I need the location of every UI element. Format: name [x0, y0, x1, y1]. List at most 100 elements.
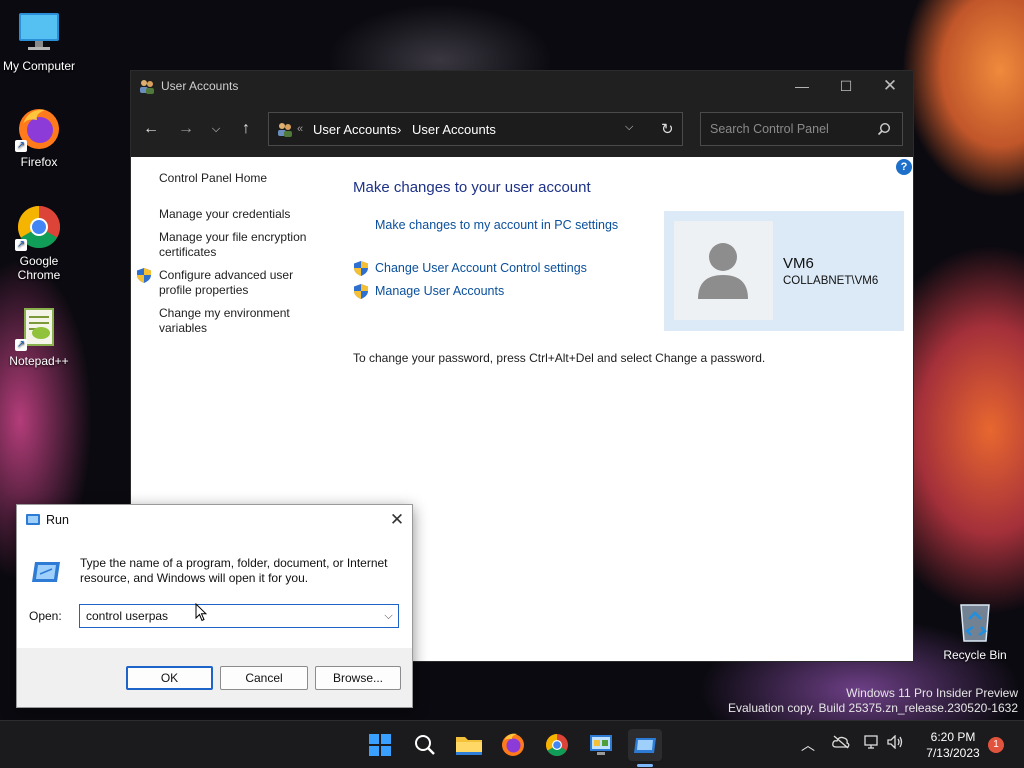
watermark-build: Evaluation copy. Build 25375.zn_release.… [728, 701, 1018, 715]
minimize-button[interactable]: — [779, 71, 825, 101]
chrome-icon [546, 734, 568, 756]
monitor-icon [15, 8, 63, 56]
uac-shield-icon [354, 261, 368, 276]
sidebar-item-advanced-profile[interactable]: Configure advanced user profile properti… [159, 268, 324, 298]
breadcrumb-separator-icon: › [397, 122, 402, 137]
run-icon [25, 513, 41, 530]
run-description: Type the name of a program, folder, docu… [80, 556, 388, 585]
user-name: VM6 [783, 255, 814, 272]
password-note: To change your password, press Ctrl+Alt+… [353, 351, 766, 365]
breadcrumb-overflow-icon[interactable]: « [297, 123, 303, 135]
address-bar[interactable]: « User Accounts › User Accounts ⌵ ↻ [268, 112, 683, 146]
start-button[interactable] [363, 729, 397, 761]
desktop-icon-label: Firefox [20, 155, 58, 169]
taskbar: ︿ 6:20 PM 7/13/2023 1 [0, 720, 1024, 768]
chrome-taskbar-button[interactable] [540, 729, 574, 761]
desktop-icon-label: Recycle Bin [943, 648, 1007, 662]
active-window-indicator [637, 764, 653, 767]
desktop-icon-chrome[interactable]: ↗ Google Chrome [1, 203, 77, 282]
firefox-icon [502, 733, 524, 756]
recent-locations-chevron-icon[interactable]: ⌵ [204, 117, 228, 141]
up-arrow-icon[interactable]: ↑ [234, 117, 258, 141]
uac-shield-icon [354, 284, 368, 299]
search-taskbar-button[interactable] [408, 729, 442, 761]
desktop-icon-notepadpp[interactable]: ↗ Notepad++ [1, 303, 77, 368]
user-accounts-icon [139, 78, 155, 97]
onedrive-offline-icon[interactable] [832, 735, 850, 752]
network-icon[interactable] [864, 735, 880, 752]
breadcrumb-item[interactable]: User Accounts [313, 122, 397, 137]
sidebar-item-environment-variables[interactable]: Change my environment variables [159, 306, 324, 336]
user-domain: COLLABNET\VM6 [783, 275, 879, 287]
sidebar-item-file-encryption[interactable]: Manage your file encryption certificates [159, 230, 324, 260]
sidebar-item-control-panel-home[interactable]: Control Panel Home [159, 171, 324, 186]
mouse-cursor-icon [195, 602, 208, 625]
run-icon [634, 738, 656, 753]
window-title-bar[interactable]: User Accounts — ☐ ✕ [131, 71, 913, 101]
manage-user-accounts-link[interactable]: Manage User Accounts [375, 284, 504, 298]
chrome-icon: ↗ [15, 203, 63, 251]
notepadpp-icon: ↗ [15, 303, 63, 351]
navigation-bar: ← → ⌵ ↑ « User Accounts › User Accounts … [131, 101, 913, 157]
user-accounts-icon [277, 121, 293, 140]
control-panel-icon [590, 735, 612, 755]
show-hidden-icons-chevron-icon[interactable]: ︿ [801, 735, 815, 755]
desktop-icon-recycle-bin[interactable]: Recycle Bin [936, 597, 1014, 662]
volume-icon[interactable] [887, 734, 905, 752]
search-box[interactable]: Search Control Panel [700, 112, 903, 146]
file-explorer-button[interactable] [452, 729, 486, 761]
desktop-icon-label: Notepad++ [9, 354, 69, 368]
back-arrow-icon[interactable]: ← [139, 117, 163, 141]
shortcut-arrow-icon: ↗ [15, 140, 27, 152]
run-title: Run [46, 513, 69, 527]
pc-settings-link[interactable]: Make changes to my account in PC setting… [375, 218, 618, 232]
desktop-icon-label: My Computer [2, 59, 76, 73]
ok-button[interactable]: OK [126, 666, 213, 690]
desktop-icon-label: Google Chrome [17, 254, 61, 282]
clock-date: 7/13/2023 [926, 746, 980, 760]
user-card: VM6 COLLABNET\VM6 [664, 211, 904, 331]
user-silhouette-icon [698, 243, 748, 299]
run-close-button[interactable]: ✕ [382, 505, 412, 535]
close-button[interactable]: ✕ [867, 71, 913, 101]
notification-badge[interactable]: 1 [988, 737, 1004, 753]
refresh-icon[interactable]: ↻ [661, 120, 674, 138]
firefox-taskbar-button[interactable] [496, 729, 530, 761]
forward-arrow-icon[interactable]: → [174, 117, 198, 141]
open-label: Open: [29, 609, 62, 623]
watermark-edition: Windows 11 Pro Insider Preview [846, 686, 1018, 700]
maximize-button[interactable]: ☐ [823, 71, 869, 101]
run-taskbar-button[interactable] [628, 729, 662, 761]
recycle-bin-icon [951, 597, 999, 645]
run-title-bar[interactable]: Run ✕ [17, 505, 412, 535]
sidebar-item-manage-credentials[interactable]: Manage your credentials [159, 207, 324, 222]
page-title: Make changes to your user account [353, 179, 591, 196]
firefox-icon: ↗ [15, 104, 63, 152]
cancel-button[interactable]: Cancel [220, 666, 308, 690]
run-dialog: Run ✕ Type the name of a program, folder… [16, 504, 413, 708]
control-panel-taskbar-button[interactable] [584, 729, 618, 761]
run-command-input[interactable] [79, 604, 399, 628]
clock[interactable]: 6:20 PM 7/13/2023 [920, 729, 986, 761]
search-placeholder: Search Control Panel [710, 122, 829, 136]
search-icon [415, 735, 435, 755]
desktop-icon-firefox[interactable]: ↗ Firefox [1, 104, 77, 169]
avatar [674, 221, 773, 320]
breadcrumb-item[interactable]: User Accounts [412, 122, 496, 137]
desktop-icon-my-computer[interactable]: My Computer [1, 8, 77, 73]
help-button[interactable]: ? [896, 159, 912, 175]
shortcut-arrow-icon: ↗ [15, 339, 27, 351]
shortcut-arrow-icon: ↗ [15, 239, 27, 251]
window-title: User Accounts [161, 79, 239, 93]
windows-logo-icon [369, 734, 391, 756]
run-body: Type the name of a program, folder, docu… [17, 535, 412, 648]
browse-button[interactable]: Browse... [315, 666, 401, 690]
search-icon[interactable] [877, 122, 891, 139]
chevron-down-icon[interactable]: ⌵ [379, 605, 398, 627]
run-program-icon [31, 560, 61, 589]
uac-shield-icon [137, 268, 151, 283]
address-dropdown-icon[interactable]: ⌵ [625, 121, 633, 134]
clock-time: 6:20 PM [930, 730, 976, 744]
folder-icon [456, 737, 482, 755]
uac-settings-link[interactable]: Change User Account Control settings [375, 261, 587, 275]
